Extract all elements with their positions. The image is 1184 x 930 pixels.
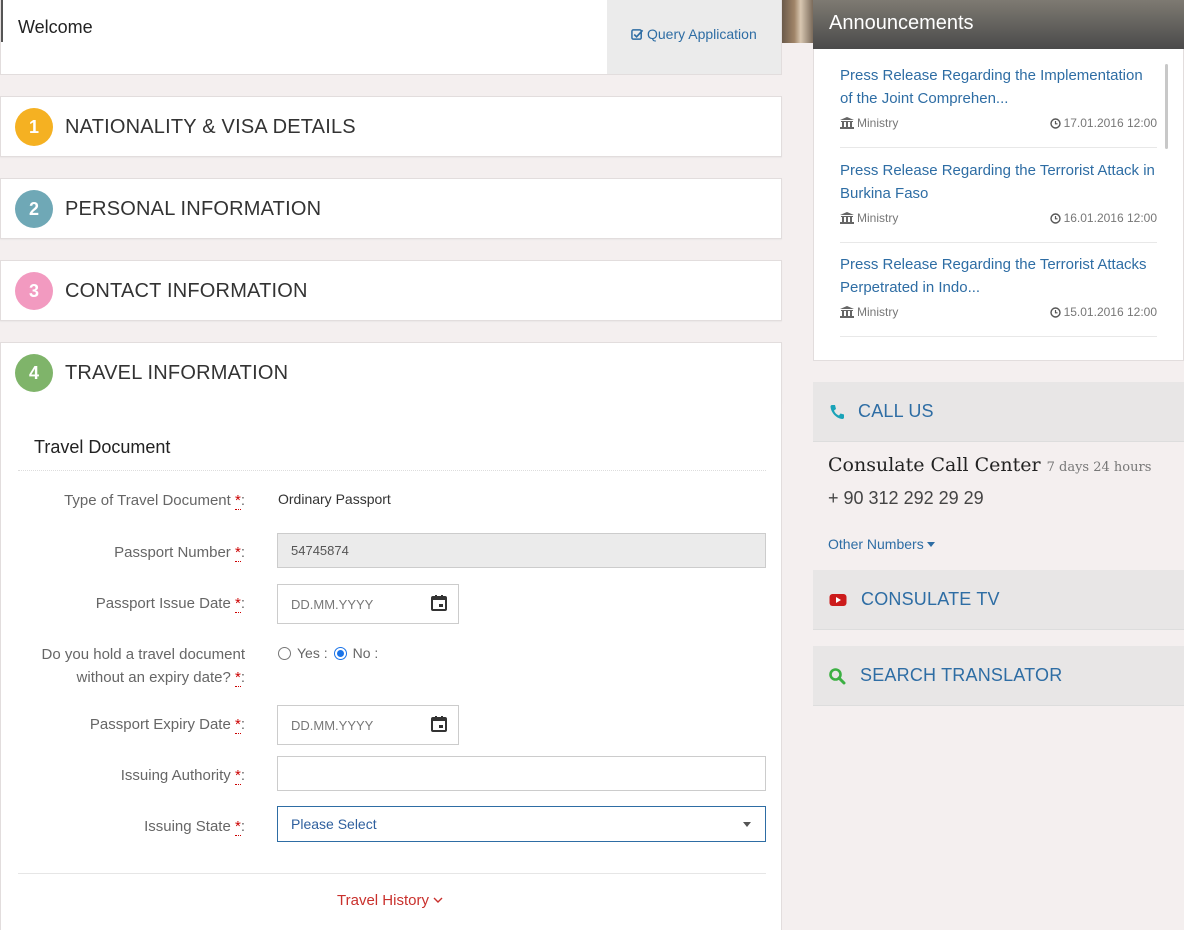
caret-down-icon	[743, 822, 751, 827]
announcement-source: Ministry	[840, 211, 898, 225]
state-label: Issuing State *:	[144, 818, 245, 836]
step-number-1: 1	[15, 108, 53, 146]
institution-icon	[840, 212, 854, 224]
search-icon	[829, 667, 846, 684]
divider	[18, 470, 766, 471]
required-marker: *	[234, 544, 241, 562]
institution-icon	[840, 306, 854, 318]
search-translator-title: SEARCH TRANSLATOR	[860, 665, 1063, 685]
announcement-item[interactable]: Press Release Regarding the Implementati…	[840, 64, 1157, 148]
required-marker: *	[234, 492, 241, 510]
announcement-date: 15.01.2016 12:00	[1049, 305, 1157, 319]
required-marker: *	[234, 767, 241, 785]
caret-down-icon	[926, 541, 935, 547]
authority-label: Issuing Authority *:	[120, 767, 245, 785]
travel-history-toggle[interactable]: Travel History	[337, 892, 443, 909]
expiry-date-input[interactable]: DD.MM.YYYY	[277, 705, 459, 745]
edge-divider	[1, 0, 3, 42]
search-translator-header[interactable]: SEARCH TRANSLATOR	[813, 646, 1184, 706]
call-center-hours: 7 days 24 hours	[1046, 460, 1152, 475]
other-numbers-toggle[interactable]: Other Numbers	[828, 536, 935, 552]
required-marker: *	[234, 669, 241, 687]
calendar-icon[interactable]	[430, 594, 448, 612]
passport-number-label: Passport Number *:	[114, 544, 245, 562]
query-application-panel: Query Application	[607, 0, 781, 74]
announcement-item[interactable]: Press Release Regarding the Terrorist At…	[840, 159, 1157, 243]
step-number-4: 4	[15, 354, 53, 392]
announcement-source: Ministry	[840, 116, 898, 130]
welcome-text: Welcome	[18, 17, 93, 37]
consulate-tv-header[interactable]: CONSULATE TV	[813, 570, 1184, 630]
no-expiry-label: Do you hold a travel document without an…	[41, 646, 245, 687]
call-us-title: CALL US	[858, 401, 934, 421]
clock-icon	[1049, 117, 1061, 129]
section-title: PERSONAL INFORMATION	[65, 198, 322, 220]
call-center-title: Consulate Call Center 7 days 24 hours	[828, 454, 1152, 476]
issue-date-input[interactable]: DD.MM.YYYY	[277, 584, 459, 624]
application-form: Welcome Query Application 1 NATIONALITY …	[0, 0, 782, 930]
announcements-title: Announcements	[829, 12, 974, 34]
required-marker: *	[234, 595, 241, 613]
expiry-date-label: Passport Expiry Date *:	[89, 716, 245, 734]
consulate-tv-title: CONSULATE TV	[861, 589, 1000, 609]
clock-icon	[1049, 212, 1061, 224]
announcement-link[interactable]: Press Release Regarding the Implementati…	[840, 64, 1157, 110]
query-application-label: Query Application	[647, 26, 757, 42]
section-title: CONTACT INFORMATION	[65, 280, 308, 302]
issue-date-label: Passport Issue Date *:	[95, 595, 245, 613]
step-number-2: 2	[15, 190, 53, 228]
announcement-date: 17.01.2016 12:00	[1049, 116, 1157, 130]
announcements-list: Press Release Regarding the Implementati…	[813, 49, 1184, 361]
travel-history-label: Travel History	[337, 892, 429, 909]
phone-icon	[830, 404, 844, 419]
required-marker: *	[234, 716, 241, 734]
announcement-link[interactable]: Press Release Regarding the Terrorist At…	[840, 159, 1157, 205]
youtube-icon	[829, 593, 847, 606]
announcement-item[interactable]: Press Release Regarding the Terrorist At…	[840, 253, 1157, 337]
query-application-link[interactable]: Query Application	[631, 26, 757, 42]
doc-type-value: Ordinary Passport	[278, 491, 391, 507]
header-photo	[782, 0, 813, 43]
check-square-icon	[631, 28, 644, 40]
call-center-panel: Consulate Call Center 7 days 24 hours + …	[813, 442, 1184, 570]
section-nationality-visa[interactable]: 1 NATIONALITY & VISA DETAILS	[0, 96, 782, 157]
section-title: NATIONALITY & VISA DETAILS	[65, 116, 356, 138]
announcement-date: 16.01.2016 12:00	[1049, 211, 1157, 225]
no-radio[interactable]	[333, 646, 347, 660]
section-personal-information[interactable]: 2 PERSONAL INFORMATION	[0, 178, 782, 239]
chevron-down-icon	[433, 897, 443, 903]
travel-information-body: Travel Document Type of Travel Document …	[0, 402, 782, 930]
step-number-3: 3	[15, 272, 53, 310]
section-travel-information[interactable]: 4 TRAVEL INFORMATION	[0, 342, 782, 403]
no-radio-label: No :	[352, 645, 379, 661]
calendar-icon[interactable]	[430, 715, 448, 733]
issue-date-placeholder: DD.MM.YYYY	[291, 596, 374, 612]
section-title: TRAVEL INFORMATION	[65, 362, 289, 384]
yes-radio[interactable]	[278, 646, 291, 660]
issuing-state-select[interactable]: Please Select	[277, 806, 766, 842]
announcements-scrollbar[interactable]	[1165, 64, 1168, 149]
passport-number-value: 54745874	[291, 543, 349, 558]
sidebar: Announcements Press Release Regarding th…	[813, 0, 1184, 930]
expiry-date-placeholder: DD.MM.YYYY	[291, 717, 374, 733]
required-marker: *	[234, 818, 241, 836]
announcement-source: Ministry	[840, 305, 898, 319]
section-contact-information[interactable]: 3 CONTACT INFORMATION	[0, 260, 782, 321]
call-center-phone: + 90 312 292 29 29	[828, 488, 984, 508]
clock-icon	[1049, 306, 1061, 318]
doc-type-label: Type of Travel Document *:	[64, 492, 245, 510]
welcome-bar: Welcome Query Application	[0, 0, 782, 75]
call-us-header[interactable]: CALL US	[813, 382, 1184, 442]
no-expiry-radio-group: Yes : No :	[278, 645, 378, 661]
institution-icon	[840, 117, 854, 129]
announcement-link[interactable]: Press Release Regarding the Terrorist At…	[840, 253, 1157, 299]
travel-document-heading: Travel Document	[34, 437, 171, 457]
divider	[18, 873, 766, 874]
announcements-header: Announcements	[813, 0, 1184, 49]
issuing-state-value: Please Select	[291, 816, 377, 832]
issuing-authority-input[interactable]	[277, 756, 766, 791]
yes-radio-label: Yes :	[297, 645, 328, 661]
passport-number-field: 54745874	[277, 533, 766, 568]
